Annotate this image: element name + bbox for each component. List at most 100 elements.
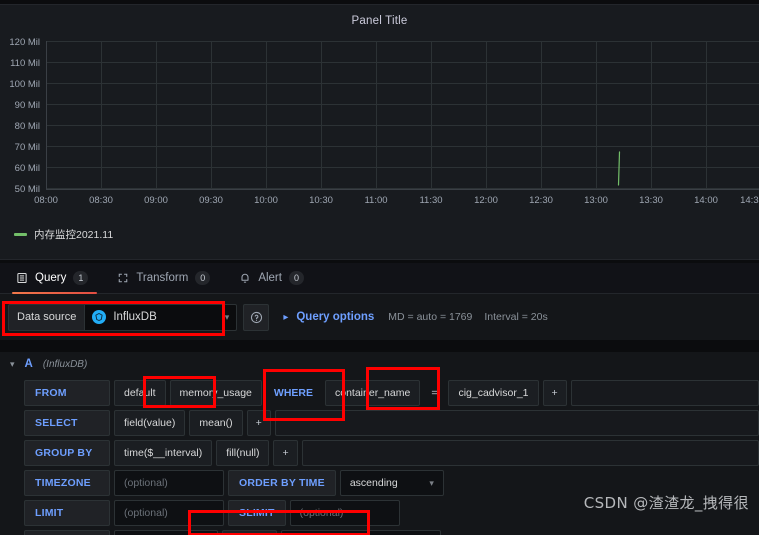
svg-text:11:00: 11:00 [364, 195, 387, 206]
svg-text:11:30: 11:30 [419, 195, 442, 206]
chart-svg: 120 Mil 110 Mil 100 Mil 90 Mil 80 Mil 70… [9, 37, 759, 206]
slimit-input[interactable]: (optional) [289, 500, 400, 526]
legend-color-swatch [14, 233, 27, 236]
select-label: SELECT [24, 410, 110, 436]
database-icon [16, 272, 28, 284]
select-add-button[interactable]: + [246, 410, 271, 436]
query-options-toggle[interactable]: ▸ Query options [283, 311, 374, 323]
group-by-fill[interactable]: fill(null) [216, 440, 270, 466]
alias-label: ALIAS [222, 530, 277, 535]
from-measurement[interactable]: memory_usage [169, 380, 262, 406]
tab-transform-count: 0 [195, 271, 211, 285]
svg-text:08:00: 08:00 [34, 195, 58, 206]
svg-text:09:00: 09:00 [144, 195, 168, 206]
svg-text:80 Mil: 80 Mil [15, 121, 40, 132]
where-operator[interactable]: = [424, 380, 444, 406]
svg-text:12:00: 12:00 [474, 195, 498, 206]
order-by-time-select[interactable]: ascending ▾ [339, 470, 444, 496]
limit-label: LIMIT [24, 500, 110, 526]
select-row-filler [274, 410, 759, 436]
order-by-time-label: ORDER BY TIME [228, 470, 336, 496]
time-series-chart[interactable]: 120 Mil 110 Mil 100 Mil 90 Mil 80 Mil 70… [0, 37, 759, 219]
legend-series-label: 内存监控2021.11 [34, 229, 114, 241]
svg-text:10:30: 10:30 [309, 195, 333, 206]
chevron-down-icon: ▾ [429, 477, 434, 488]
format-as-select[interactable]: Time series ▾ [114, 530, 218, 535]
visualization-panel: Panel Title 120 Mil 110 Mil 100 Mil 90 M… [0, 4, 759, 260]
svg-text:14:30: 14:30 [740, 195, 759, 206]
group-by-label: GROUP BY [24, 440, 110, 466]
chevron-down-icon[interactable]: ▾ [10, 359, 15, 370]
interval-info: Interval = 20s [484, 311, 548, 323]
alias-input[interactable]: 内存监控2021.11 [280, 530, 441, 535]
tab-query-label: Query [35, 272, 67, 284]
select-aggregate[interactable]: mean() [189, 410, 243, 436]
datasource-help-button[interactable] [243, 303, 270, 331]
svg-text:90 Mil: 90 Mil [15, 100, 40, 111]
svg-text:110 Mil: 110 Mil [10, 58, 40, 69]
query-datasource-note: (InfluxDB) [42, 358, 88, 370]
tab-alert[interactable]: Alert 0 [235, 263, 317, 293]
from-policy[interactable]: default [114, 380, 166, 406]
query-row-select: SELECT field(value) mean() + [24, 410, 759, 436]
bell-icon [239, 272, 251, 284]
limit-input[interactable]: (optional) [114, 500, 224, 526]
tab-alert-count: 0 [288, 271, 304, 285]
max-data-points-info: MD = auto = 1769 [388, 311, 473, 323]
svg-text:12:30: 12:30 [529, 195, 553, 206]
from-row-filler [570, 380, 759, 406]
chart-legend[interactable]: 内存监控2021.11 [14, 227, 113, 242]
datasource-row: Data source InfluxDB ▾ ▸ Query options M… [0, 294, 759, 340]
svg-text:14:00: 14:00 [694, 195, 718, 206]
query-row-group-by: GROUP BY time($__interval) fill(null) + [24, 440, 759, 466]
datasource-selected-value: InfluxDB [113, 311, 157, 323]
where-tag-value[interactable]: cig_cadvisor_1 [448, 380, 539, 406]
svg-text:13:00: 13:00 [584, 195, 608, 206]
grafana-panel-editor: Panel Title 120 Mil 110 Mil 100 Mil 90 M… [0, 0, 759, 535]
query-ref-id: A [24, 358, 33, 370]
plot-background [46, 41, 759, 189]
query-row-from: FROM default memory_usage WHERE containe… [24, 380, 759, 406]
order-by-time-value: ascending [349, 477, 398, 489]
tab-alert-label: Alert [258, 272, 282, 284]
tab-query-count: 1 [73, 271, 89, 285]
svg-text:50 Mil: 50 Mil [15, 184, 40, 195]
chevron-right-icon: ▸ [283, 311, 289, 323]
svg-text:09:30: 09:30 [199, 195, 223, 206]
query-options-label: Query options [296, 311, 375, 323]
tab-transform-label: Transform [136, 272, 189, 284]
influxdb-icon [92, 310, 107, 324]
datasource-label: Data source [8, 303, 86, 331]
svg-text:100 Mil: 100 Mil [9, 79, 40, 90]
where-label: WHERE [273, 387, 313, 399]
format-row-filler [445, 530, 759, 535]
where-tag-key[interactable]: container_name [325, 380, 421, 406]
slimit-label: SLIMIT [228, 500, 286, 526]
group-by-add-button[interactable]: + [273, 440, 298, 466]
query-row-format: FORMAT AS Time series ▾ ALIAS 内存监控2021.1… [24, 530, 759, 535]
transform-icon [117, 272, 129, 284]
format-as-label: FORMAT AS [24, 530, 110, 535]
group-by-time[interactable]: time($__interval) [114, 440, 213, 466]
y-axis-ticks: 120 Mil 110 Mil 100 Mil 90 Mil 80 Mil 70… [9, 37, 40, 195]
where-add-button[interactable]: + [542, 380, 567, 406]
chevron-down-icon: ▾ [224, 311, 230, 322]
svg-text:13:30: 13:30 [639, 195, 663, 206]
from-label: FROM [24, 380, 110, 406]
datasource-picker[interactable]: InfluxDB ▾ [85, 303, 238, 331]
help-circle-icon [250, 311, 262, 323]
group-by-row-filler [301, 440, 759, 466]
svg-text:10:00: 10:00 [254, 195, 278, 206]
query-header-row[interactable]: ▾ A (InfluxDB) [0, 352, 759, 376]
select-field[interactable]: field(value) [114, 410, 186, 436]
svg-text:60 Mil: 60 Mil [15, 163, 40, 174]
timezone-input[interactable]: (optional) [114, 470, 224, 496]
svg-text:120 Mil: 120 Mil [9, 37, 40, 48]
svg-text:70 Mil: 70 Mil [15, 142, 40, 153]
timezone-label: TIMEZONE [24, 470, 110, 496]
tab-query[interactable]: Query 1 [12, 263, 101, 294]
x-axis-ticks: 08:00 08:30 09:00 09:30 10:00 10:30 11:0… [34, 195, 759, 206]
editor-tab-bar: Query 1 Transform 0 Alert 0 [0, 263, 759, 294]
panel-title: Panel Title [351, 15, 408, 27]
tab-transform[interactable]: Transform 0 [113, 263, 223, 293]
